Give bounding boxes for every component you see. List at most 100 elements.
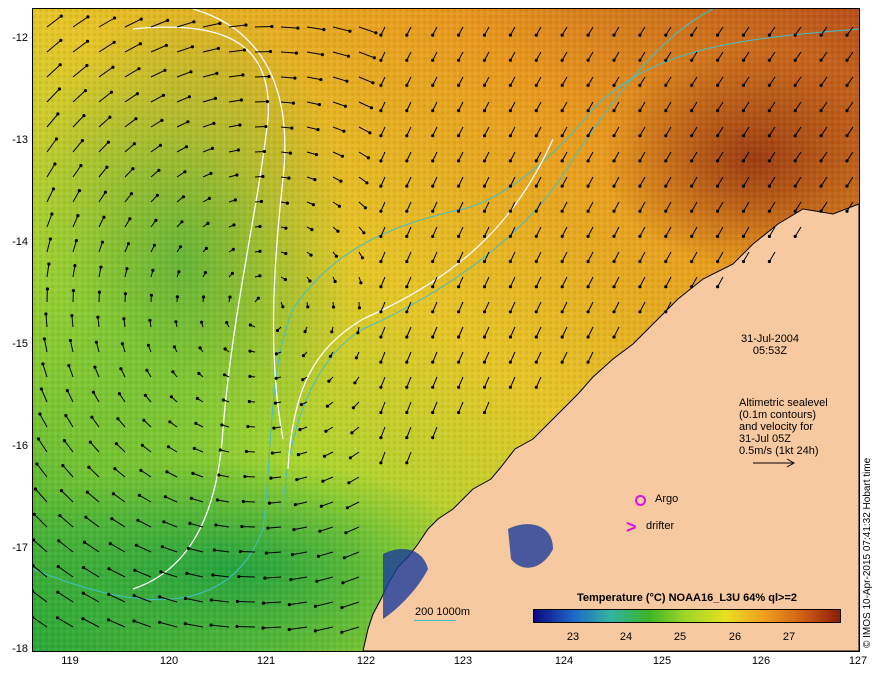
velocity-vector-head [345,506,349,510]
velocity-vector-head [189,496,193,500]
velocity-vector-head [353,381,357,385]
velocity-vector-head [163,495,167,499]
velocity-vector-head [586,310,590,314]
velocity-vector-head [230,271,234,275]
velocity-vector-head [379,83,383,87]
velocity-vector-head [845,33,849,37]
velocity-vector-head [194,421,198,425]
velocity-vector-head [534,310,538,314]
velocity-vector-head [223,347,227,351]
velocity-vector-head [767,109,772,113]
velocity-vector-head [431,436,435,440]
map-time: 05:53Z [752,345,788,357]
velocity-vector-head [129,192,133,196]
velocity-vector-head [262,149,266,154]
velocity-vector-head [258,249,262,253]
velocity-vector-head [716,184,720,188]
velocity-vector-head [482,234,487,238]
velocity-vector-head [241,499,245,504]
velocity-vector-head [767,159,772,163]
velocity-vector-head [292,528,296,532]
velocity-vector-head [134,117,138,121]
velocity-vector-head [228,295,232,299]
velocity-vector-head [405,436,409,440]
velocity-vector-head [202,295,206,299]
velocity-vector-head [293,503,297,507]
velocity-vector-head [793,134,797,138]
velocity-vector-head [209,171,213,175]
velocity-vector-head [313,178,317,182]
velocity-vector-head [158,143,162,147]
colorbar-tick: 26 [728,631,742,643]
velocity-vector-head [122,317,126,321]
velocity-vector-head [534,259,538,264]
velocity-vector-head [638,184,642,188]
velocity-vector-head [184,145,188,149]
velocity-vector-head [132,594,136,598]
credit-text: © IMOS 10-Apr-2015 07:41:32 Hobart time [862,457,873,648]
velocity-vector [238,576,256,578]
velocity-vector-head [534,335,538,339]
velocity-vector-head [154,218,158,222]
velocity-vector-head [664,83,668,87]
x-tick-label: 122 [356,655,376,667]
velocity-vector-head [586,58,590,62]
velocity-vector-head [119,367,123,371]
y-tick-label: -14 [12,236,28,248]
velocity-vector-head [357,306,361,310]
temperature-colorbar [533,609,841,623]
velocity-vector-head [379,109,383,113]
velocity-vector-head [508,234,512,238]
velocity-vector-head [508,109,512,113]
velocity-vector-head [664,259,668,264]
velocity-vector-head [534,285,538,289]
velocity-vector-head [638,109,642,113]
velocity-vector-head [431,410,435,415]
velocity-vector-head [231,247,235,251]
y-tick-label: -16 [12,440,28,452]
velocity-vector-head [190,45,194,49]
velocity-vector-head [313,629,317,633]
velocity-vector-head [242,48,246,52]
velocity-vector-head [298,428,302,432]
velocity-vector-head [379,461,383,465]
velocity-vector-head [267,501,271,505]
argo-marker-icon [635,495,646,506]
velocity-vector-head [38,412,42,416]
velocity-vector-head [213,96,217,100]
velocity-vector-head [258,274,262,278]
velocity-vector-head [93,365,97,369]
velocity-vector-head [716,159,720,163]
velocity-vector-head [259,199,263,204]
velocity-vector-head [233,198,237,202]
velocity-vector-head [322,454,326,458]
velocity-vector-head [586,134,590,138]
velocity-vector-head [301,378,305,382]
velocity-vector-head [103,190,107,194]
velocity-vector-head [238,549,242,554]
velocity-vector-head [243,474,247,479]
velocity-vector-head [560,134,564,138]
velocity-vector-head [638,33,642,37]
velocity-vector-head [293,76,297,80]
velocity-vector-head [134,543,138,547]
velocity-vector-head [560,335,564,339]
velocity-vector-head [84,515,88,519]
velocity-vector-head [314,153,318,157]
velocity-vector-head [741,234,746,238]
velocity-vector-head [203,271,207,275]
velocity-vector-head [273,401,277,405]
velocity-vector-head [48,237,52,241]
velocity-vector-head [322,28,326,32]
colorbar-tick: 27 [782,631,796,643]
velocity-vector-head [664,234,668,238]
velocity-vector-head [534,134,538,138]
velocity-vector-head [87,465,91,469]
velocity-vector-head [183,622,187,626]
velocity-vector-head [457,410,461,415]
velocity-vector-head [457,285,461,289]
velocity-vector-head [82,540,86,544]
velocity-vector-head [266,526,270,530]
velocity-vector-head [716,134,720,138]
velocity-vector-head [767,83,772,87]
